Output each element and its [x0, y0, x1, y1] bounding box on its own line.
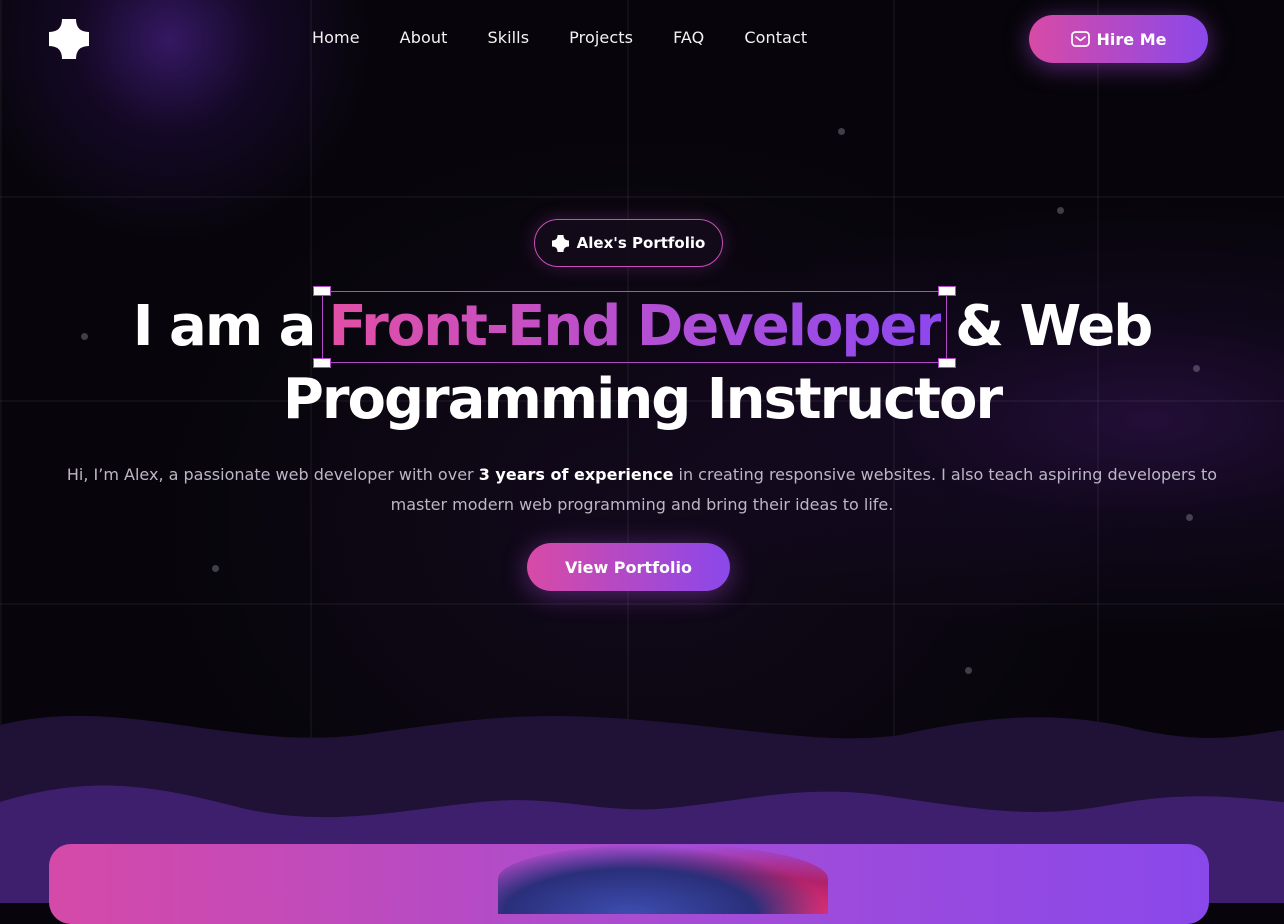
main-nav: Home About Skills Projects FAQ Contact: [312, 28, 847, 47]
hire-me-button[interactable]: Hire Me: [1029, 15, 1208, 63]
star-dot: [212, 565, 219, 572]
profile-photo: [498, 844, 828, 914]
hire-me-label: Hire Me: [1096, 29, 1167, 49]
nav-projects[interactable]: Projects: [569, 28, 633, 47]
logo-plus-icon[interactable]: [49, 19, 89, 59]
headline-highlight-frame: Front-End Developer: [313, 286, 957, 368]
headline-line-1: I am a Front-End Developer & Web: [0, 286, 1284, 368]
portfolio-badge: Alex's Portfolio: [534, 219, 723, 267]
view-portfolio-button[interactable]: View Portfolio: [527, 543, 730, 591]
nav-contact[interactable]: Contact: [744, 28, 807, 47]
desc-emphasis: 3 years of experience: [478, 465, 674, 484]
nav-skills[interactable]: Skills: [487, 28, 529, 47]
desc-text: Hi, I’m Alex, a passionate web developer…: [66, 465, 479, 484]
nav-about[interactable]: About: [400, 28, 448, 47]
star-dot: [1057, 207, 1064, 214]
headline-prefix: I am a: [132, 294, 317, 359]
nav-faq[interactable]: FAQ: [673, 28, 704, 47]
headline-suffix: & Web: [955, 294, 1153, 359]
star-dot: [838, 128, 845, 135]
profile-card: [49, 844, 1209, 924]
badge-label: Alex's Portfolio: [576, 234, 706, 252]
mail-icon: [1070, 31, 1090, 47]
nav-home[interactable]: Home: [312, 28, 360, 47]
star-dot: [965, 667, 972, 674]
plus-cross-icon: [551, 234, 569, 252]
hero-description: Hi, I’m Alex, a passionate web developer…: [60, 460, 1224, 520]
headline-line-2: Programming Instructor: [282, 367, 1003, 432]
